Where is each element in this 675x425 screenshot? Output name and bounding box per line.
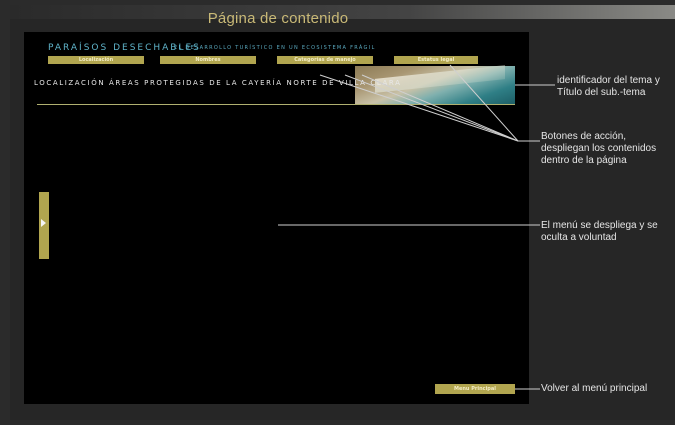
annotation-topic-id: identificador del tema y Título del sub.… (557, 75, 660, 99)
annotation-line: Volver al menú principal (541, 383, 648, 394)
annotation-action-buttons: Botones de acción, despliegan los conten… (541, 131, 656, 167)
annotation-return-menu: Volver al menú principal (541, 383, 647, 395)
annotation-line: Botones de acción, (541, 131, 627, 142)
annotation-line: oculta a voluntad (541, 232, 617, 243)
annotation-line: Título del sub.-tema (557, 87, 646, 98)
annotation-line: identificador del tema y (557, 75, 660, 86)
annotation-line: despliegan los contenidos (541, 143, 657, 154)
annotation-menu: El menú se despliega y se oculta a volun… (541, 220, 658, 244)
callout-lines (278, 64, 555, 390)
callout-line-tab-nombres (344, 74, 519, 142)
callout-line-tab-categorias (361, 74, 519, 142)
annotation-line: El menú se despliega y se (541, 220, 658, 231)
annotation-line: dentro de la página (541, 155, 627, 166)
